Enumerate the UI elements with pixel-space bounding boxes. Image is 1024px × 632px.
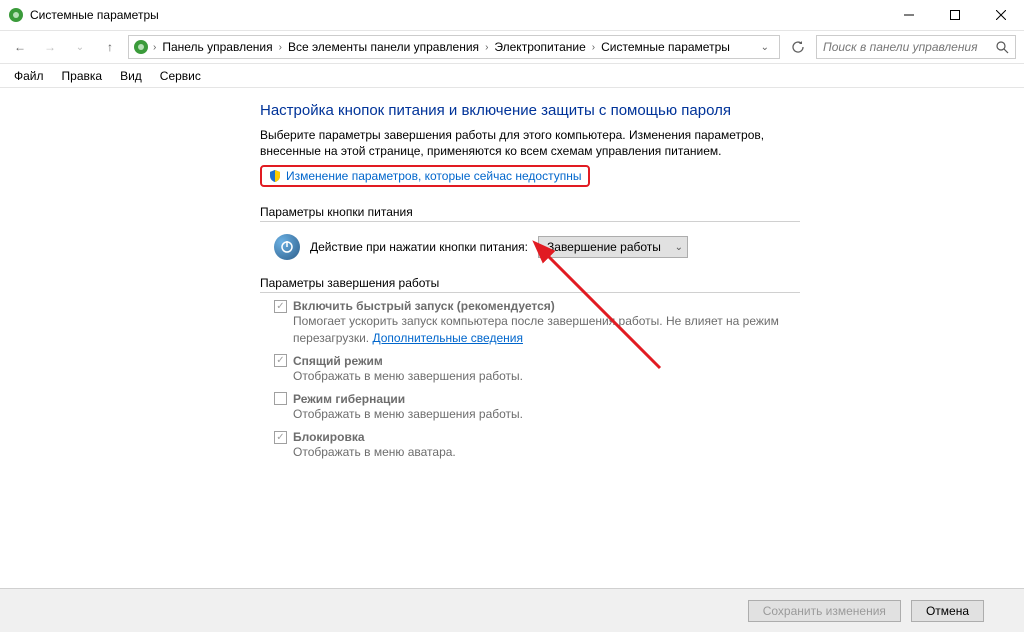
sleep-label: Спящий режим — [293, 354, 383, 368]
chevron-down-icon: ⌄ — [675, 242, 683, 253]
fast-startup-label: Включить быстрый запуск (рекомендуется) — [293, 299, 555, 313]
maximize-button[interactable] — [932, 0, 978, 30]
chevron-right-icon: › — [151, 42, 158, 53]
nav-up-button[interactable]: ↑ — [98, 35, 122, 59]
shutdown-section-title: Параметры завершения работы — [260, 276, 800, 293]
search-placeholder: Поиск в панели управления — [823, 40, 978, 54]
page-heading: Настройка кнопок питания и включение защ… — [260, 102, 1024, 119]
breadcrumb[interactable]: › Панель управления › Все элементы панел… — [128, 35, 780, 59]
lock-checkbox[interactable] — [274, 431, 287, 444]
cancel-button[interactable]: Отмена — [911, 600, 984, 622]
chevron-right-icon: › — [483, 42, 490, 53]
change-unavailable-settings-link[interactable]: Изменение параметров, которые сейчас нед… — [260, 165, 590, 187]
search-icon — [996, 41, 1009, 54]
breadcrumb-segment[interactable]: Электропитание — [490, 36, 589, 58]
sleep-checkbox[interactable] — [274, 354, 287, 367]
learn-more-link[interactable]: Дополнительные сведения — [372, 331, 522, 345]
nav-forward-button[interactable]: → — [38, 35, 62, 59]
breadcrumb-segment[interactable]: Все элементы панели управления — [284, 36, 483, 58]
power-icon — [274, 234, 300, 260]
window-title: Системные параметры — [30, 8, 886, 22]
nav-back-button[interactable]: ← — [8, 35, 32, 59]
menu-edit[interactable]: Правка — [54, 67, 111, 85]
page-description: Выберите параметры завершения работы для… — [260, 127, 800, 159]
power-button-section-title: Параметры кнопки питания — [260, 205, 800, 222]
chevron-right-icon: › — [590, 42, 597, 53]
save-button[interactable]: Сохранить изменения — [748, 600, 901, 622]
menu-file[interactable]: Файл — [6, 67, 52, 85]
chevron-right-icon: › — [277, 42, 284, 53]
fast-startup-checkbox[interactable] — [274, 300, 287, 313]
hibernate-label: Режим гибернации — [293, 392, 405, 406]
menu-bar: Файл Правка Вид Сервис — [0, 64, 1024, 88]
breadcrumb-segment[interactable]: Панель управления — [158, 36, 276, 58]
change-unavailable-settings-text: Изменение параметров, которые сейчас нед… — [286, 169, 582, 183]
search-input[interactable]: Поиск в панели управления — [816, 35, 1016, 59]
sleep-desc: Отображать в меню завершения работы. — [293, 368, 814, 384]
refresh-button[interactable] — [786, 35, 810, 59]
hibernate-desc: Отображать в меню завершения работы. — [293, 406, 814, 422]
power-button-action-value: Завершение работы — [547, 240, 661, 254]
power-button-action-select[interactable]: Завершение работы ⌄ — [538, 236, 688, 258]
close-button[interactable] — [978, 0, 1024, 30]
hibernate-checkbox[interactable] — [274, 392, 287, 405]
breadcrumb-dropdown[interactable]: ⌄ — [755, 42, 775, 53]
nav-recent-button[interactable]: ⌄ — [68, 35, 92, 59]
shield-icon — [268, 169, 282, 183]
menu-view[interactable]: Вид — [112, 67, 150, 85]
breadcrumb-segment[interactable]: Системные параметры — [597, 36, 734, 58]
fast-startup-desc: Помогает ускорить запуск компьютера посл… — [293, 314, 779, 344]
lock-label: Блокировка — [293, 430, 365, 444]
lock-desc: Отображать в меню аватара. — [293, 444, 814, 460]
menu-service[interactable]: Сервис — [152, 67, 209, 85]
minimize-button[interactable] — [886, 0, 932, 30]
power-button-action-label: Действие при нажатии кнопки питания: — [310, 240, 528, 254]
app-icon — [8, 7, 24, 23]
control-panel-icon — [133, 39, 149, 55]
